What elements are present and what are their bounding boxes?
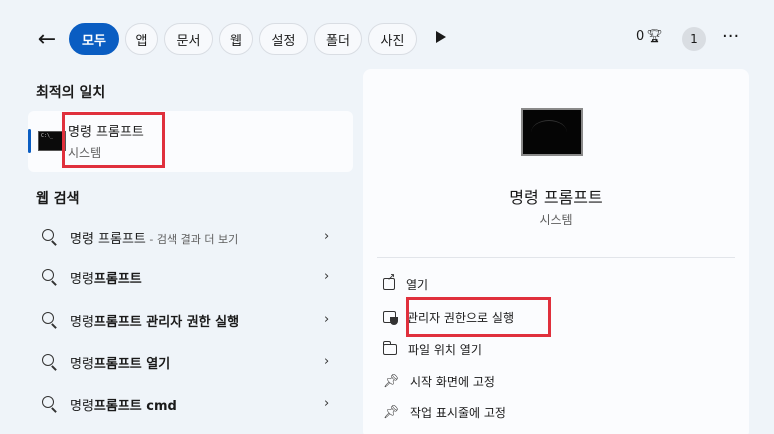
chevron-right-icon: ›	[324, 269, 330, 284]
action-label: 시작 화면에 고정	[410, 374, 495, 389]
query-bold-text: 프롬프트 관리자 권한 실행	[93, 314, 240, 330]
query-text: 명령	[70, 271, 94, 287]
search-icon	[42, 354, 58, 370]
more-options-icon[interactable]: ···	[722, 26, 739, 47]
query-bold-text: 프롬프트 cmd	[93, 398, 177, 414]
pin-icon: 📌︎	[382, 404, 400, 420]
highlight-box	[62, 112, 165, 168]
search-icon	[42, 312, 58, 328]
command-prompt-large-icon	[521, 108, 583, 156]
folder-icon	[383, 340, 397, 355]
chevron-right-icon: ›	[324, 312, 330, 327]
action-label: 열기	[406, 277, 429, 292]
web-search-item[interactable]: 명령프롬프트 관리자 권한 실행 ›	[28, 300, 353, 340]
web-search-item[interactable]: 명령프롬프트 열기 ›	[28, 342, 353, 382]
account-avatar[interactable]: 1	[682, 27, 706, 51]
query-bold-text: 프롬프트	[93, 271, 142, 287]
search-icon	[42, 269, 58, 285]
filter-bar: ← 모두 앱 문서 웹 설정 폴더 사진 0 🏆︎ 1 ···	[0, 0, 774, 68]
admin-shield-icon	[383, 311, 398, 325]
divider	[377, 257, 735, 258]
pin-icon: 📌︎	[382, 373, 400, 389]
query-bold-text: 프롬프트 열기	[93, 356, 171, 372]
filter-chip-settings[interactable]: 설정	[259, 23, 308, 55]
chevron-right-icon: ›	[324, 229, 330, 244]
preview-subtitle: 시스템	[539, 213, 573, 227]
search-icon	[42, 396, 58, 412]
web-search-item[interactable]: 명령프롬프트 ›	[28, 257, 353, 297]
search-icon	[42, 229, 58, 245]
query-text: 명령 프롬프트	[70, 231, 146, 247]
web-search-item[interactable]: 명령 프롬프트 - 검색 결과 더 보기 ›	[28, 217, 353, 257]
rewards-points[interactable]: 0 🏆︎	[636, 29, 663, 44]
filter-chip-all[interactable]: 모두	[69, 23, 119, 55]
preview-pane: 명령 프롬프트 시스템 열기 관리자 권한으로 실행 파일 위치 열기 📌︎ 시…	[363, 69, 749, 434]
more-filters-play-icon[interactable]	[436, 31, 446, 43]
filter-chip-apps[interactable]: 앱	[125, 23, 158, 55]
action-label: 파일 위치 열기	[408, 342, 482, 357]
action-open-file-location[interactable]: 파일 위치 열기	[383, 336, 723, 362]
preview-title: 명령 프롬프트	[509, 188, 603, 207]
query-text: 명령	[70, 356, 94, 372]
action-pin-to-start[interactable]: 📌︎ 시작 화면에 고정	[383, 368, 723, 394]
filter-chip-photos[interactable]: 사진	[368, 23, 417, 55]
best-match-heading: 최적의 일치	[36, 85, 106, 101]
filter-chip-web[interactable]: 웹	[219, 23, 253, 55]
filter-chip-documents[interactable]: 문서	[164, 23, 213, 55]
trophy-icon: 🏆︎	[646, 29, 663, 44]
back-arrow-icon[interactable]: ←	[34, 24, 60, 54]
web-search-item[interactable]: 명령프롬프트 cmd ›	[28, 384, 353, 424]
chevron-right-icon: ›	[324, 396, 330, 411]
action-open[interactable]: 열기	[383, 271, 723, 297]
query-text: 명령	[70, 314, 94, 330]
query-text: 명령	[70, 398, 94, 414]
highlight-box	[406, 297, 551, 337]
action-label: 작업 표시줄에 고정	[410, 405, 506, 420]
query-subtext: - 검색 결과 더 보기	[145, 232, 239, 246]
action-pin-to-taskbar[interactable]: 📌︎ 작업 표시줄에 고정	[383, 399, 723, 425]
chevron-right-icon: ›	[324, 354, 330, 369]
open-icon	[383, 272, 395, 290]
filter-chip-folders[interactable]: 폴더	[314, 23, 362, 55]
selection-indicator	[28, 129, 31, 153]
web-search-heading: 웹 검색	[36, 191, 80, 207]
rewards-points-value: 0	[636, 29, 645, 44]
